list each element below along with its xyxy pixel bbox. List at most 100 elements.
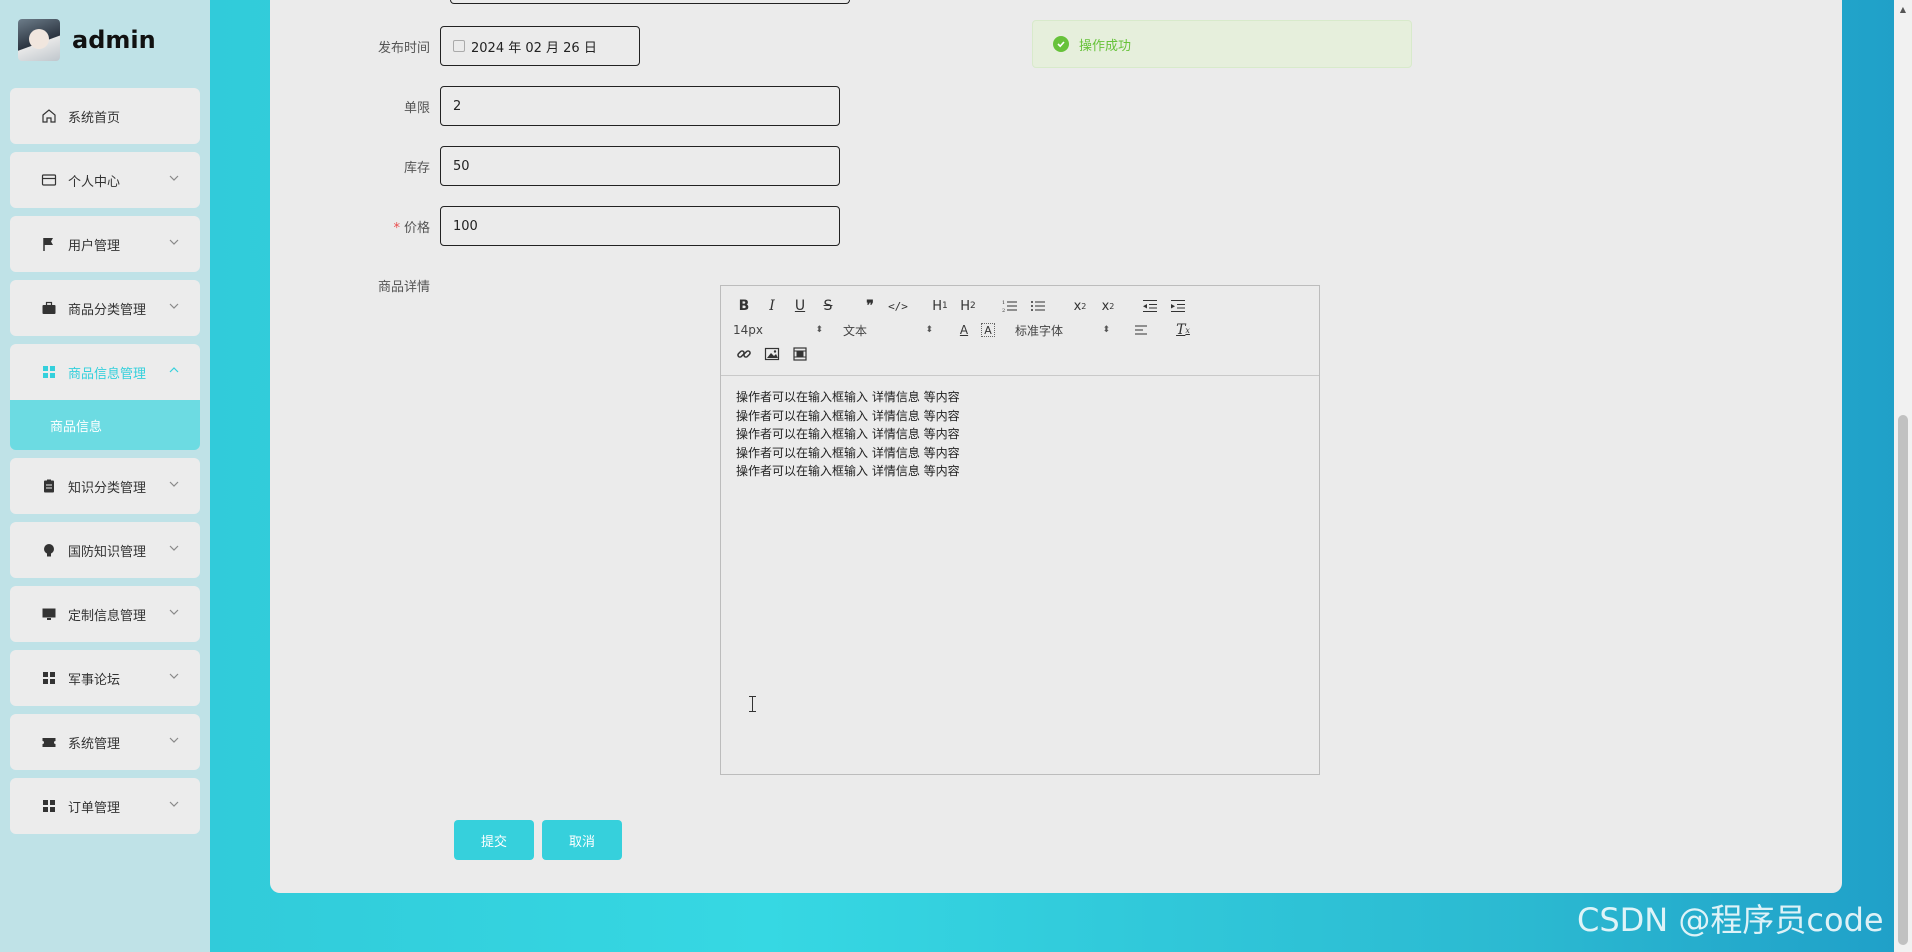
toolbar-row-1: B I U S ❞ </> H1 H2 12 x2 x2 (733, 294, 1307, 318)
publish-time-value: 2024 年 02 月 26 日 (471, 40, 597, 56)
ordered-list-icon[interactable]: 12 (999, 295, 1021, 317)
required-mark: * (393, 220, 400, 236)
sidebar-item-label: 用户管理 (68, 238, 121, 254)
editor-line: 操作者可以在输入框输入 详情信息 等内容 (736, 390, 960, 404)
toolbar-row-3 (733, 342, 1307, 366)
svg-text:1: 1 (1002, 300, 1005, 306)
sidebar-item-product-category[interactable]: 商品分类管理 (10, 280, 200, 336)
brand: admin (18, 18, 156, 62)
brand-name: admin (72, 26, 156, 54)
sidebar-item-product-info[interactable]: 商品信息管理 (10, 344, 200, 400)
code-block-icon[interactable]: </> (887, 295, 909, 317)
sidebar-item-custom-info[interactable]: 定制信息管理 (10, 586, 200, 642)
updown-arrow-icon: ⬍ (815, 325, 823, 335)
rich-text-editor: B I U S ❞ </> H1 H2 12 x2 x2 14px ⬍ 文本 ⬍… (720, 285, 1320, 775)
publish-time-row: 发布时间 2024 年 02 月 26 日 (270, 26, 640, 66)
id-card-icon (40, 171, 58, 189)
heading2-icon[interactable]: H2 (957, 295, 979, 317)
chevron-down-icon (168, 670, 180, 682)
sidebar-item-defense-knowledge[interactable]: 国防知识管理 (10, 522, 200, 578)
monitor-icon (40, 605, 58, 623)
sidebar-menu: 系统首页 个人中心 用户管理 商品分类管理 商品信息管理 商品信息 知识分类管理… (10, 88, 200, 842)
italic-icon[interactable]: I (761, 295, 783, 317)
sidebar-item-knowledge-category[interactable]: 知识分类管理 (10, 458, 200, 514)
chevron-down-icon (168, 300, 180, 312)
ticket-icon (40, 733, 58, 751)
bold-icon[interactable]: B (733, 295, 755, 317)
page-scrollbar[interactable]: ▲ (1894, 0, 1912, 952)
editor-line: 操作者可以在输入框输入 详情信息 等内容 (736, 408, 960, 423)
limit-input[interactable]: 2 (440, 86, 840, 126)
link-icon[interactable] (733, 343, 755, 365)
detail-label: 商品详情 (377, 280, 430, 295)
stock-row: 库存 50 (270, 146, 840, 186)
submit-button[interactable]: 提交 (454, 820, 534, 860)
clipboard-icon (40, 477, 58, 495)
align-icon[interactable] (1130, 319, 1152, 341)
clear-format-icon[interactable]: Tx (1172, 319, 1194, 341)
sidebar-subitem-product-info[interactable]: 商品信息 (10, 400, 200, 450)
svg-text:2: 2 (1002, 308, 1005, 313)
stock-label: 库存 (403, 160, 430, 176)
publish-time-input[interactable]: 2024 年 02 月 26 日 (440, 26, 640, 66)
grid-icon (40, 363, 58, 381)
updown-arrow-icon: ⬍ (1102, 325, 1110, 335)
sidebar-item-label: 商品信息管理 (68, 366, 147, 382)
image-icon[interactable] (761, 343, 783, 365)
font-size-select[interactable]: 14px ⬍ (733, 323, 823, 337)
chevron-down-icon (168, 172, 180, 184)
text-cursor-icon (749, 696, 756, 712)
outdent-icon[interactable] (1139, 295, 1161, 317)
bullet-list-icon[interactable] (1027, 295, 1049, 317)
font-size-value: 14px (733, 323, 763, 337)
cancel-button[interactable]: 取消 (542, 820, 622, 860)
blockquote-icon[interactable]: ❞ (859, 295, 881, 317)
sidebar-item-label: 商品分类管理 (68, 302, 147, 318)
sidebar-item-orders[interactable]: 订单管理 (10, 778, 200, 834)
font-family-select[interactable]: 标准字体 ⬍ (1015, 322, 1110, 339)
editor-content[interactable]: 操作者可以在输入框输入 详情信息 等内容 操作者可以在输入框输入 详情信息 等内… (721, 376, 1319, 493)
briefcase-icon (40, 299, 58, 317)
sidebar-item-users[interactable]: 用户管理 (10, 216, 200, 272)
sidebar-item-profile[interactable]: 个人中心 (10, 152, 200, 208)
scroll-up-arrow-icon[interactable]: ▲ (1894, 0, 1912, 18)
strikethrough-icon[interactable]: S (817, 295, 839, 317)
sidebar-item-system[interactable]: 系统管理 (10, 714, 200, 770)
home-icon (40, 107, 58, 125)
underline-icon[interactable]: U (789, 295, 811, 317)
detail-row: 商品详情 (270, 276, 440, 295)
indent-icon[interactable] (1167, 295, 1189, 317)
grid-icon (40, 797, 58, 815)
sidebar-item-home[interactable]: 系统首页 (10, 88, 200, 144)
video-icon[interactable] (789, 343, 811, 365)
chevron-up-icon (168, 364, 180, 376)
toast-text: 操作成功 (1079, 38, 1132, 54)
chevron-down-icon (168, 798, 180, 810)
block-type-select[interactable]: 文本 ⬍ (843, 322, 933, 339)
stock-input[interactable]: 50 (440, 146, 840, 186)
sidebar-item-forum[interactable]: 军事论坛 (10, 650, 200, 706)
block-type-value: 文本 (843, 323, 868, 338)
calendar-icon (453, 40, 465, 52)
chevron-down-icon (168, 606, 180, 618)
superscript-icon[interactable]: x2 (1097, 295, 1119, 317)
chevron-down-icon (168, 734, 180, 746)
limit-label: 单限 (403, 100, 430, 116)
price-input[interactable]: 100 (440, 206, 840, 246)
watermark: CSDN @程序员code (1577, 901, 1884, 939)
clipped-input[interactable] (450, 0, 850, 4)
grid-icon (40, 669, 58, 687)
avatar[interactable] (18, 19, 60, 61)
sidebar: admin 系统首页 个人中心 用户管理 商品分类管理 商品信息管理 商品信息 … (0, 0, 210, 952)
sidebar-item-label: 定制信息管理 (68, 608, 147, 624)
subscript-icon[interactable]: x2 (1069, 295, 1091, 317)
editor-toolbar: B I U S ❞ </> H1 H2 12 x2 x2 14px ⬍ 文本 ⬍… (721, 286, 1319, 376)
background-color-icon[interactable]: A (981, 323, 995, 337)
check-circle-icon (1053, 36, 1069, 52)
editor-line: 操作者可以在输入框输入 详情信息 等内容 (736, 427, 960, 441)
sidebar-item-label: 知识分类管理 (68, 480, 147, 496)
font-color-icon[interactable]: A (953, 319, 975, 341)
chevron-down-icon (168, 542, 180, 554)
scroll-thumb[interactable] (1898, 415, 1908, 945)
heading1-icon[interactable]: H1 (929, 295, 951, 317)
